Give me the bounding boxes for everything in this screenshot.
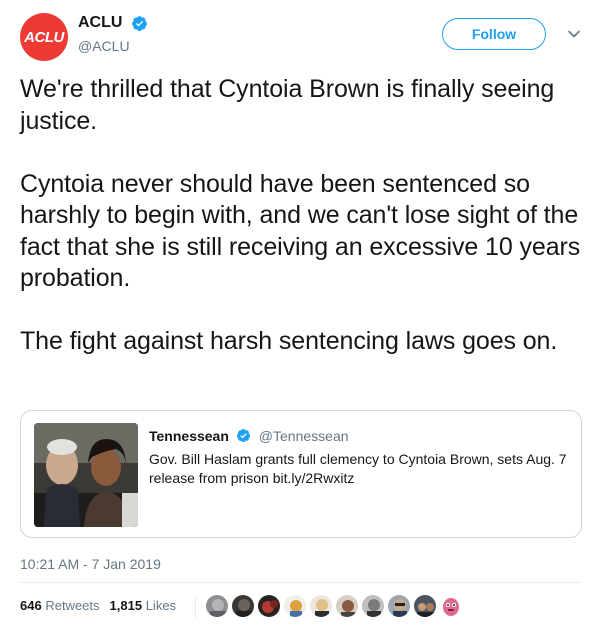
- retweets-label: Retweets: [45, 598, 100, 613]
- follow-button[interactable]: Follow: [442, 18, 546, 50]
- author-name-block[interactable]: ACLU @ACLU: [78, 14, 148, 54]
- author-avatar[interactable]: ACLU: [20, 13, 68, 61]
- liker-avatar[interactable]: [257, 594, 281, 618]
- likes-label: Likes: [145, 598, 177, 613]
- liker-avatar[interactable]: [387, 594, 411, 618]
- stats-vertical-divider: [195, 596, 196, 618]
- avatar-logo-text: ACLU: [24, 28, 64, 46]
- stats-divider-top: [20, 582, 582, 583]
- quoted-tweet-image: [34, 423, 138, 527]
- retweets-stat[interactable]: 646 Retweets: [20, 598, 100, 613]
- author-handle[interactable]: @ACLU: [78, 38, 148, 54]
- quoted-tweet-card[interactable]: Tennessean @Tennessean Gov. Bill Haslam …: [20, 410, 582, 538]
- liker-avatar[interactable]: [231, 594, 255, 618]
- engagement-stats: 646 Retweets 1,815 Likes: [20, 598, 176, 613]
- tweet-header: ACLU ACLU @ACLU Follow: [20, 10, 586, 61]
- liker-avatar[interactable]: [335, 594, 359, 618]
- retweets-count: 646: [20, 598, 42, 613]
- author-display-name[interactable]: ACLU: [78, 14, 122, 32]
- tweet-timestamp[interactable]: 10:21 AM - 7 Jan 2019: [20, 556, 161, 572]
- verified-badge-icon: [237, 429, 251, 443]
- quoted-author-name[interactable]: Tennessean: [149, 428, 229, 444]
- quoted-tweet-body: Tennessean @Tennessean Gov. Bill Haslam …: [149, 427, 569, 488]
- quoted-author-handle[interactable]: @Tennessean: [259, 428, 349, 444]
- likes-stat[interactable]: 1,815 Likes: [110, 598, 177, 613]
- liker-avatar[interactable]: [361, 594, 385, 618]
- liker-avatar[interactable]: [309, 594, 333, 618]
- liker-avatar[interactable]: [413, 594, 437, 618]
- chevron-down-icon[interactable]: [567, 27, 581, 41]
- likes-count: 1,815: [109, 598, 143, 613]
- verified-badge-icon: [131, 15, 147, 31]
- liker-avatar[interactable]: [439, 594, 463, 618]
- liker-avatar[interactable]: [283, 594, 307, 618]
- tweet-text: We're thrilled that Cyntoia Brown is fin…: [20, 75, 581, 355]
- quoted-tweet-text: Gov. Bill Haslam grants full clemency to…: [149, 451, 567, 486]
- liker-avatar[interactable]: [205, 594, 229, 618]
